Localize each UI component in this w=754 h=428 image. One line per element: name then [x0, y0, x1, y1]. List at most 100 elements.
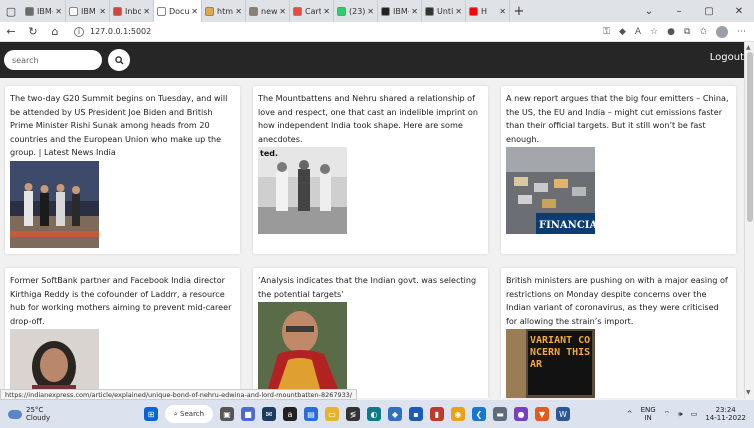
- minimize-button[interactable]: –: [664, 6, 694, 17]
- scroll-down-icon[interactable]: ▼: [746, 389, 751, 396]
- g20-photo[interactable]: [10, 160, 99, 248]
- news-card[interactable]: Former SoftBank partner and Facebook Ind…: [5, 268, 240, 398]
- app-icon-2[interactable]: ▬: [493, 407, 507, 421]
- close-tab-icon[interactable]: ✕: [411, 7, 418, 16]
- amazon-icon[interactable]: a: [283, 407, 297, 421]
- info-icon[interactable]: i: [74, 26, 84, 37]
- browser-tab[interactable]: Untitl✕: [422, 0, 466, 22]
- collections-icon[interactable]: ⧉: [684, 27, 690, 37]
- close-tab-icon[interactable]: ✕: [323, 7, 330, 16]
- nehru-mountbatten-photo[interactable]: ted.: [258, 147, 347, 234]
- extension-icon[interactable]: ◆: [619, 27, 626, 37]
- variant-sign-photo[interactable]: VARIANT CONCERN THIS AR: [506, 329, 595, 398]
- profile-icon[interactable]: [716, 25, 728, 38]
- refresh-icon[interactable]: ↻: [22, 25, 44, 38]
- store-icon[interactable]: ▤: [304, 407, 318, 421]
- close-tab-icon[interactable]: ✕: [367, 7, 374, 16]
- tab-favicon-icon: [157, 6, 166, 16]
- tab-title: Inbox: [125, 6, 141, 16]
- app-icon-3[interactable]: ●: [514, 407, 528, 421]
- search-button[interactable]: [108, 49, 130, 71]
- browser-tab[interactable]: Carto✕: [290, 0, 334, 22]
- news-text: A new report argues that the big four em…: [506, 93, 729, 144]
- close-tab-icon[interactable]: ✕: [499, 7, 506, 16]
- mail-icon[interactable]: ✉: [262, 407, 276, 421]
- close-tab-icon[interactable]: ✕: [99, 7, 106, 16]
- close-tab-icon[interactable]: ✕: [235, 7, 242, 16]
- news-card[interactable]: The two-day G20 Summit begins on Tuesday…: [5, 86, 240, 254]
- file-explorer-icon[interactable]: ▭: [325, 407, 339, 421]
- news-card[interactable]: British ministers are pushing on with a …: [501, 268, 736, 398]
- chrome-icon[interactable]: ◉: [451, 407, 465, 421]
- news-card[interactable]: A new report argues that the big four em…: [501, 86, 736, 254]
- task-view-icon[interactable]: ▣: [220, 407, 234, 421]
- news-image: [10, 160, 99, 248]
- battery-icon[interactable]: ▭: [691, 410, 698, 418]
- close-tab-icon[interactable]: ✕: [55, 7, 62, 16]
- app-icon[interactable]: ▪: [409, 407, 423, 421]
- cloud-icon: [8, 409, 22, 419]
- new-tab-button[interactable]: +: [510, 4, 528, 19]
- weather-widget[interactable]: 25°C Cloudy: [0, 406, 140, 422]
- weather-desc: Cloudy: [26, 414, 51, 422]
- tab-actions-icon[interactable]: ▢: [0, 0, 22, 22]
- box-icon[interactable]: ◆: [388, 407, 402, 421]
- extension-icon-2[interactable]: ●: [667, 27, 675, 37]
- chat-icon[interactable]: ■: [241, 407, 255, 421]
- close-window-button[interactable]: ✕: [724, 6, 754, 17]
- chevron-up-icon[interactable]: ^: [627, 410, 633, 418]
- browser-tab[interactable]: newsp✕: [246, 0, 290, 22]
- browser-tab[interactable]: IBM-E✕: [22, 0, 66, 22]
- news-card[interactable]: ‘Analysis indicates that the Indian govt…: [253, 268, 488, 398]
- browser-tab[interactable]: H ✕: [466, 0, 510, 22]
- tab-title: Untitl: [437, 6, 454, 16]
- search-input[interactable]: [4, 50, 102, 70]
- browser-tab[interactable]: IBM-P✕: [378, 0, 422, 22]
- key-icon[interactable]: ⚿: [603, 27, 610, 37]
- taskbar-search[interactable]: ⌕ Search: [165, 405, 213, 423]
- url-field[interactable]: i 127.0.0.1:5002: [74, 26, 151, 37]
- browser-tab[interactable]: html✕: [202, 0, 246, 22]
- browser-tab[interactable]: (23) W✕: [334, 0, 378, 22]
- favorites-icon[interactable]: ✩: [699, 27, 707, 37]
- browser-tab[interactable]: Inbox✕: [110, 0, 154, 22]
- scroll-thumb[interactable]: [747, 52, 753, 222]
- close-tab-icon[interactable]: ✕: [143, 7, 150, 16]
- kirthiga-reddy-photo[interactable]: [10, 329, 99, 398]
- dalai-lama-photo[interactable]: [258, 302, 347, 389]
- read-aloud-icon[interactable]: A: [635, 27, 641, 37]
- url-text[interactable]: 127.0.0.1:5002: [90, 27, 151, 36]
- start-icon[interactable]: ⊞: [144, 407, 158, 421]
- scroll-up-icon[interactable]: ▲: [746, 44, 751, 51]
- vscode-icon[interactable]: ❮: [472, 407, 486, 421]
- brave-icon[interactable]: ▼: [535, 407, 549, 421]
- chevron-down-icon[interactable]: ⌄: [634, 6, 664, 17]
- close-tab-icon[interactable]: ✕: [455, 7, 462, 16]
- word-icon[interactable]: W: [556, 407, 570, 421]
- favorite-icon[interactable]: ☆: [650, 27, 658, 37]
- terminal-icon[interactable]: ≶: [346, 407, 360, 421]
- logout-link[interactable]: Logout: [710, 52, 744, 63]
- home-icon[interactable]: ⌂: [44, 25, 66, 38]
- taskbar-apps: ⊞ ⌕ Search ▣ ■ ✉ a ▤ ▭ ≶ ◐ ◆ ▪ ▮ ◉ ❮ ▬ ●…: [144, 405, 570, 423]
- news-text: British ministers are pushing on with a …: [506, 275, 728, 326]
- news-card[interactable]: The Mountbattens and Nehru shared a rela…: [253, 86, 488, 254]
- clock[interactable]: 23:24 14-11-2022: [705, 406, 746, 422]
- news-image: VARIANT CONCERN THIS AR: [506, 329, 595, 398]
- more-menu-icon[interactable]: ⋯: [737, 27, 746, 37]
- office-icon[interactable]: ▮: [430, 407, 444, 421]
- volume-icon[interactable]: 🕪: [678, 410, 682, 419]
- wifi-icon[interactable]: ⌔: [664, 410, 671, 419]
- language-bottom: IN: [644, 414, 652, 422]
- traffic-photo[interactable]: FINANCIAL: [506, 147, 595, 234]
- maximize-button[interactable]: ▢: [694, 6, 724, 17]
- back-icon[interactable]: ←: [0, 25, 22, 38]
- image-caption: VARIANT CONCERN THIS AR: [530, 335, 591, 370]
- close-tab-icon[interactable]: ✕: [279, 7, 286, 16]
- browser-tab[interactable]: IBM ✕: [66, 0, 110, 22]
- close-tab-icon[interactable]: ✕: [191, 7, 198, 16]
- page-scrollbar[interactable]: ▲ ▼: [744, 42, 754, 398]
- edge-icon[interactable]: ◐: [367, 407, 381, 421]
- browser-tab[interactable]: Docu ✕: [154, 0, 202, 22]
- language-indicator[interactable]: ENG IN: [641, 406, 656, 422]
